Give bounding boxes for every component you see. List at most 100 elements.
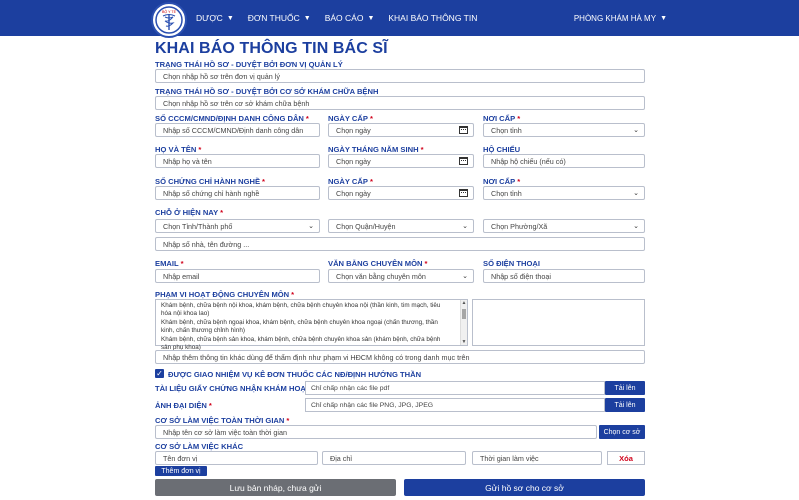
label-text: NGÀY THÁNG NĂM SINH <box>328 145 419 154</box>
field-text: Chọn Tỉnh/Thành phố <box>163 221 233 231</box>
required-mark: * <box>208 401 212 410</box>
cert-doc-file[interactable]: Chỉ chấp nhận các file pdf <box>305 381 605 395</box>
add-unit-button[interactable]: Thêm đơn vị <box>155 466 207 476</box>
calendar-icon[interactable] <box>459 187 468 199</box>
email-input[interactable]: Nhập email <box>155 269 320 283</box>
phone-input[interactable]: Nhập số điện thoại <box>483 269 645 283</box>
required-mark: * <box>291 290 295 299</box>
chevron-down-icon: ⌄ <box>308 223 314 230</box>
nav-khai-bao[interactable]: KHAI BÁO THÔNG TIN <box>388 13 477 23</box>
label-text: NGÀY CẤP <box>328 177 368 186</box>
nav-label: ĐƠN THUỐC <box>247 13 300 23</box>
birth-date-label: NGÀY THÁNG NĂM SINH * <box>328 145 424 154</box>
top-navbar: BỘ Y TẾ DƯỢC ▼ ĐƠN THUỐC ▼ BÁO CÁO ▼ KHAI B… <box>0 0 799 38</box>
status-mgr-label: TRẠNG THÁI HỒ SƠ - DUYỆT BỞI ĐƠN VỊ QUẢN… <box>155 60 343 69</box>
required-mark: * <box>369 177 373 186</box>
birth-date-input[interactable]: Chọn ngày <box>328 154 474 168</box>
clinic-menu[interactable]: PHÒNG KHÁM HÀ MY ▼ <box>574 0 667 36</box>
label-text: CHỖ Ở HIỆN NAY <box>155 208 219 217</box>
clinic-name: PHÒNG KHÁM HÀ MY <box>573 13 657 23</box>
nav-bao-cao[interactable]: BÁO CÁO ▼ <box>325 13 375 23</box>
field-text: Chọn tỉnh <box>491 125 522 135</box>
chevron-down-icon: ▼ <box>367 14 375 22</box>
status-clinic-label: TRẠNG THÁI HỒ SƠ - DUYỆT BỞI CƠ SỞ KHÁM … <box>155 87 379 96</box>
scope-option[interactable]: Khám bệnh, chữa bệnh ngoại khoa, khám bệ… <box>161 319 451 335</box>
license-place-select[interactable]: Chọn tỉnh ⌄ <box>483 186 645 200</box>
cert-upload-button[interactable]: Tải lên <box>605 381 645 395</box>
other-work-label: CƠ SỞ LÀM VIỆC KHÁC <box>155 442 244 451</box>
scroll-down-icon[interactable]: ▼ <box>461 339 467 345</box>
calendar-icon[interactable] <box>459 124 468 136</box>
license-place-label: NƠI CẤP * <box>483 177 520 186</box>
label-text: NƠI CẤP <box>483 177 516 186</box>
id-issue-place-select[interactable]: Chọn tỉnh ⌄ <box>483 123 645 137</box>
other-address-input[interactable]: Địa chỉ <box>322 451 466 465</box>
label-text: NƠI CẤP <box>483 114 516 123</box>
page-title: KHAI BÁO THÔNG TIN BÁC SĨ <box>155 40 388 57</box>
required-mark: * <box>424 259 428 268</box>
chevron-down-icon: ⌄ <box>633 190 639 197</box>
status-clinic-field[interactable]: Chọn nhập hồ sơ trên cơ sở khám chữa bện… <box>155 96 645 110</box>
id-number-label: SỐ CCCM/CMND/ĐỊNH DANH CÔNG DÂN * <box>155 114 309 123</box>
label-text: CƠ SỞ LÀM VIỆC TOÀN THỜI GIAN <box>155 416 285 425</box>
nav-don-thuoc[interactable]: ĐƠN THUỐC ▼ <box>248 13 311 23</box>
degree-select[interactable]: Chọn văn bằng chuyên môn ⌄ <box>328 269 474 283</box>
district-select[interactable]: Chọn Quận/Huyện ⌄ <box>328 219 474 233</box>
label-text: SỐ CCCM/CMND/ĐỊNH DANH CÔNG DÂN <box>155 114 304 123</box>
license-date-label: NGÀY CẤP * <box>328 177 373 186</box>
scrollbar[interactable]: ▲ ▼ <box>460 300 467 345</box>
field-text: Chọn tỉnh <box>491 188 522 198</box>
required-mark: * <box>305 114 309 123</box>
label-text: VĂN BẰNG CHUYÊN MÔN <box>328 259 423 268</box>
chevron-down-icon: ▼ <box>226 14 234 22</box>
svg-text:BỘ Y TẾ: BỘ Y TẾ <box>162 9 177 14</box>
scope-option[interactable]: Khám bệnh, chữa bệnh nội khoa, khám bệnh… <box>161 302 451 318</box>
label-text: TÀI LIỆU GIẤY CHỨNG NHẬN KHÁM HOẠT <box>155 384 311 393</box>
chevron-down-icon: ⌄ <box>633 127 639 134</box>
chevron-down-icon: ⌄ <box>462 223 468 230</box>
nav-duoc[interactable]: DƯỢC ▼ <box>196 13 234 23</box>
id-number-input[interactable]: Nhập số CCCM/CMND/Định danh công dân <box>155 123 320 137</box>
other-time-input[interactable]: Thời gian làm việc <box>472 451 602 465</box>
required-mark: * <box>286 416 290 425</box>
label-text: NGÀY CẤP <box>328 114 368 123</box>
calendar-icon[interactable] <box>459 155 468 167</box>
full-name-label: HỌ VÀ TÊN * <box>155 145 201 154</box>
avatar-file[interactable]: Chỉ chấp nhận các file PNG, JPG, JPEG <box>305 398 605 412</box>
id-issue-date-input[interactable]: Chọn ngày <box>328 123 474 137</box>
label-text: PHẠM VI HOẠT ĐỘNG CHUYÊN MÔN <box>155 290 290 299</box>
avatar-upload-button[interactable]: Tải lên <box>605 398 645 412</box>
scroll-up-icon[interactable]: ▲ <box>461 300 467 306</box>
scope-listbox[interactable]: Khám bệnh, chữa bệnh nội khoa, khám bệnh… <box>155 299 468 351</box>
field-text: Chọn Quận/Huyện <box>336 221 396 231</box>
delete-button[interactable]: Xóa <box>607 451 645 465</box>
street-input[interactable]: Nhập số nhà, tên đường ... <box>155 237 645 251</box>
license-date-input[interactable]: Chọn ngày <box>328 186 474 200</box>
passport-input[interactable]: Nhập hộ chiếu (nếu có) <box>483 154 645 168</box>
required-mark: * <box>517 177 521 186</box>
required-mark: * <box>420 145 424 154</box>
scope-other-input[interactable]: Nhập thêm thông tin khác dùng để thẩm đị… <box>155 350 645 364</box>
status-mgr-field[interactable]: Chọn nhập hồ sơ trên đơn vị quản lý <box>155 69 645 83</box>
license-no-input[interactable]: Nhập số chứng chỉ hành nghề <box>155 186 320 200</box>
save-draft-button[interactable]: Lưu bản nháp, chưa gửi <box>155 479 396 496</box>
province-select[interactable]: Chọn Tỉnh/Thành phố ⌄ <box>155 219 320 233</box>
scroll-thumb[interactable] <box>462 309 466 319</box>
phone-label: SỐ ĐIỆN THOẠI <box>483 259 540 268</box>
email-label: EMAIL * <box>155 259 184 268</box>
required-mark: * <box>262 177 265 186</box>
ward-select[interactable]: Chọn Phường/Xã ⌄ <box>483 219 645 233</box>
nav-label: DƯỢC <box>196 13 223 23</box>
fulltime-input[interactable]: Nhập tên cơ sở làm việc toàn thời gian <box>155 425 597 439</box>
field-text: Chọn ngày <box>336 125 371 135</box>
ministry-logo[interactable]: BỘ Y TẾ <box>151 2 187 38</box>
other-unit-input[interactable]: Tên đơn vị <box>155 451 318 465</box>
scope-label: PHẠM VI HOẠT ĐỘNG CHUYÊN MÔN * <box>155 290 294 299</box>
passport-label: HỘ CHIẾU <box>483 145 521 154</box>
required-mark: * <box>369 114 373 123</box>
submit-button[interactable]: Gửi hồ sơ cho cơ sở <box>404 479 645 496</box>
full-name-input[interactable]: Nhập họ và tên <box>155 154 320 168</box>
choose-facility-button[interactable]: Chọn cơ sở <box>599 425 645 439</box>
assigned-checkbox[interactable]: ✓ <box>155 369 164 378</box>
field-text: Chọn ngày <box>336 156 371 166</box>
